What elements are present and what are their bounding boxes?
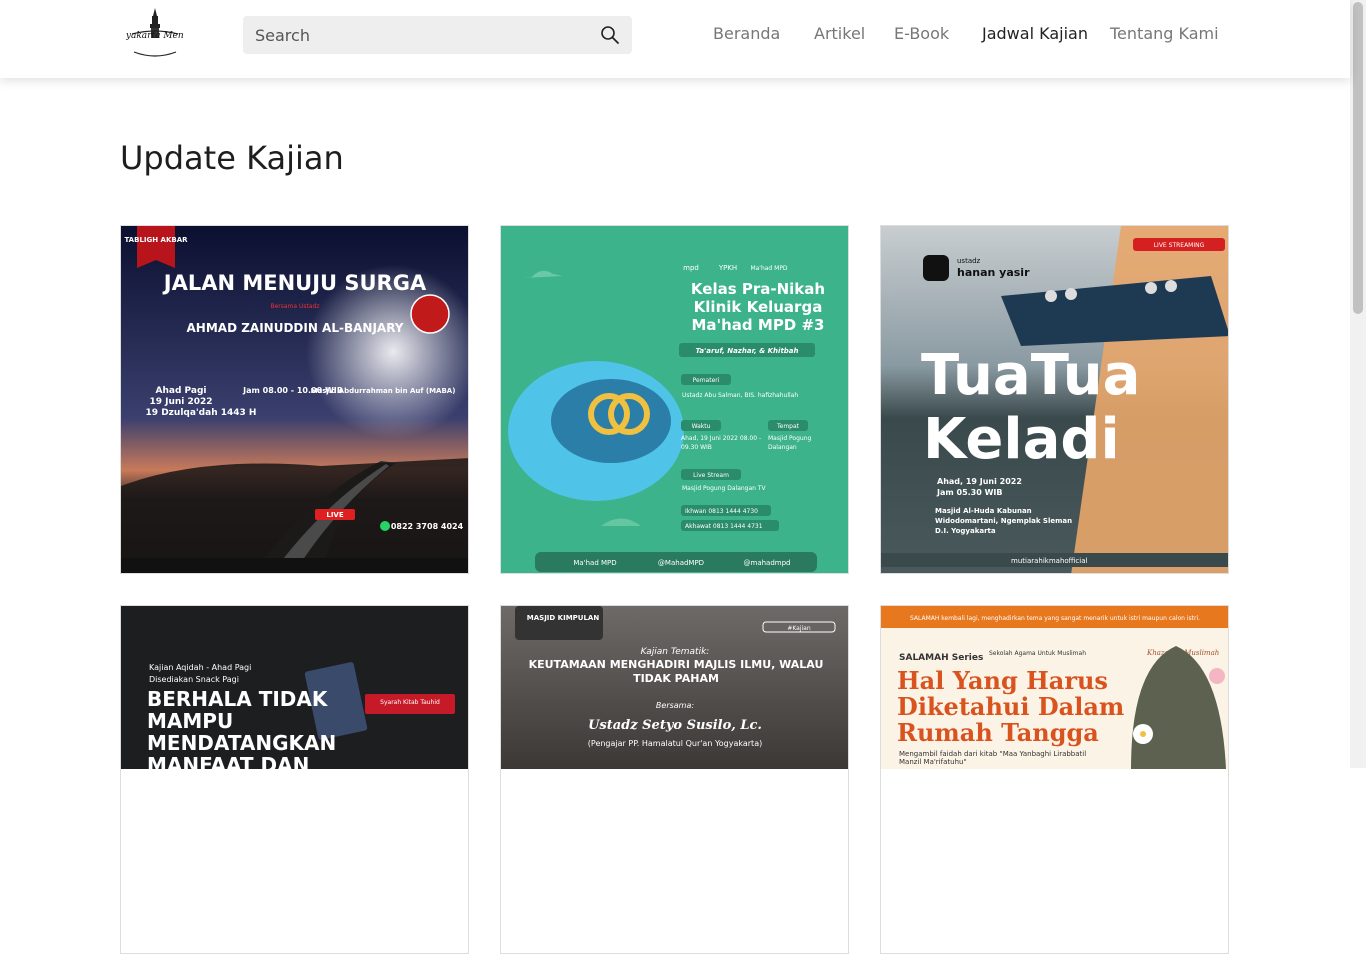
search-input[interactable] — [243, 16, 583, 54]
poster-tua-tua-keladi[interactable]: ustadz hanan yasir LIVE STREAMING TuaTua… — [880, 225, 1229, 574]
poster2-org2: YPKH — [718, 264, 737, 272]
nav-ebook[interactable]: E-Book — [894, 24, 949, 43]
site-header: Yogyakarta Mengaji Beranda Artikel E-Boo… — [0, 0, 1350, 78]
poster-kelas-pra-nikah[interactable]: mpd YPKH Ma'had MPD Kelas Pra-Nikah Klin… — [500, 225, 849, 574]
poster2-subtitle: Ta'aruf, Nazhar, & Khitbah — [695, 347, 798, 355]
poster3-live: LIVE STREAMING — [1154, 242, 1205, 249]
poster3-date: Ahad, 19 Juni 2022 — [937, 477, 1022, 486]
poster4-line1: Kajian Aqidah - Ahad Pagi — [149, 663, 251, 672]
poster6-school: Sekolah Agama Untuk Muslimah — [989, 650, 1086, 657]
poster1-title: JALAN MENUJU SURGA — [162, 271, 427, 295]
search-box — [243, 16, 632, 54]
poster5-tag: #Kajian — [787, 625, 811, 632]
poster2-tempat: Masjid Pogung Dalangan — [768, 435, 812, 451]
poster3-time: Jam 05.30 WIB — [936, 488, 1002, 497]
poster3-title1: TuaTua — [921, 343, 1140, 408]
search-icon[interactable] — [600, 25, 620, 49]
poster5-title: KEUTAMAAN MENGHADIRI MAJLIS ILMU, WALAU … — [528, 658, 824, 685]
poster5-speaker: Ustadz Setyo Susilo, Lc. — [588, 718, 762, 733]
poster2-title: Kelas Pra-Nikah Klinik Keluarga Ma'had M… — [690, 280, 826, 334]
poster2-social-ig: @MahadMPD — [658, 559, 704, 567]
poster6-note: Mengambil faidah dari kitab "Maa Yanbagh… — [899, 750, 1087, 766]
poster3-footer: mutiarahikmahofficial — [1011, 557, 1088, 565]
poster2-stream: Masjid Pogung Dalangan TV — [682, 485, 767, 492]
poster2-pemateri: Ustadz Abu Salman, BIS. hafizhahullah — [682, 392, 798, 399]
poster-masjid-kimpulan[interactable]: MASJID KIMPULAN #Kajian Kajian Tematik: … — [500, 605, 849, 954]
nav-beranda[interactable]: Beranda — [713, 24, 780, 43]
poster-berhala[interactable]: Kajian Aqidah - Ahad Pagi Disediakan Sna… — [120, 605, 469, 954]
poster2-stream-label: Live Stream — [693, 472, 729, 479]
poster4-line2: Disediakan Snack Pagi — [149, 675, 239, 684]
poster5-role: (Pengajar PP. Hamalatul Qur'an Yogyakart… — [588, 739, 762, 748]
poster-salamah[interactable]: SALAMAH kembali lagi, menghadirkan tema … — [880, 605, 1229, 954]
poster2-social-tw: @mahadmpd — [744, 559, 791, 567]
site-logo[interactable]: Yogyakarta Mengaji — [110, 6, 201, 60]
nav-tentang-kami[interactable]: Tentang Kami — [1110, 24, 1219, 43]
page-title: Update Kajian — [120, 139, 344, 177]
poster1-date: 19 Juni 2022 — [149, 397, 212, 407]
poster2-waktu: Ahad, 19 Juni 2022 08.00 - 09.30 WIB — [681, 435, 762, 451]
poster-jalan-menuju-surga[interactable]: TABLIGH AKBAR JALAN MENUJU SURGA Bersama… — [120, 225, 469, 574]
poster1-venue: Masjid Abdurrahman bin Auf (MABA) — [311, 387, 456, 395]
poster2-social-fb: Ma'had MPD — [573, 559, 616, 567]
poster4-title: BERHALA TIDAK MAMPU MENDATANGKAN MANFAAT… — [147, 688, 337, 769]
poster2-tempat-label: Tempat — [776, 423, 800, 430]
nav-artikel[interactable]: Artikel — [814, 24, 865, 43]
poster2-ikhwan: Ikhwan 0813 1444 4730 — [685, 508, 758, 515]
page-scrollbar[interactable] — [1350, 0, 1366, 768]
poster3-ustadz-name: hanan yasir — [957, 266, 1030, 279]
poster1-contact: 0822 3708 4024 — [391, 522, 464, 531]
poster5-kajian: Kajian Tematik: — [641, 647, 710, 657]
poster4-tag: Syarah Kitab Tauhid — [380, 699, 440, 706]
poster2-akhawat: Akhawat 0813 1444 4731 — [685, 523, 763, 530]
poster1-live: LIVE — [326, 511, 343, 519]
poster3-venue: Masjid Al-Huda Kabunan Widodomartani, Ng… — [935, 507, 1073, 535]
poster1-day: Ahad Pagi — [156, 386, 207, 396]
nav-jadwal-kajian[interactable]: Jadwal Kajian — [982, 24, 1088, 43]
poster3-ustadz-small: ustadz — [957, 257, 981, 265]
poster6-title: Hal Yang Harus Diketahui Dalam Rumah Tan… — [897, 668, 1125, 747]
poster6-top: SALAMAH kembali lagi, menghadirkan tema … — [910, 615, 1200, 622]
scrollbar-thumb[interactable] — [1353, 2, 1363, 314]
poster1-badge: TABLIGH AKBAR — [124, 236, 188, 244]
poster5-bersama: Bersama: — [656, 701, 694, 710]
logo-line1: Yogyakarta Mengaji — [126, 31, 184, 41]
poster5-org: MASJID KIMPULAN — [527, 614, 600, 622]
poster3-title2: Keladi — [923, 407, 1120, 472]
poster1-hijri: 19 Dzulqa'dah 1443 H — [146, 408, 257, 418]
poster1-speaker-prefix: Bersama Ustadz — [270, 303, 319, 310]
poster2-waktu-label: Waktu — [692, 423, 711, 430]
poster6-series: SALAMAH Series — [899, 653, 983, 663]
poster1-speaker: AHMAD ZAINUDDIN AL-BANJARY — [187, 321, 404, 335]
poster2-org1: mpd — [683, 264, 699, 272]
poster2-pemateri-label: Pemateri — [693, 377, 720, 384]
poster2-org3: Ma'had MPD — [750, 265, 787, 272]
